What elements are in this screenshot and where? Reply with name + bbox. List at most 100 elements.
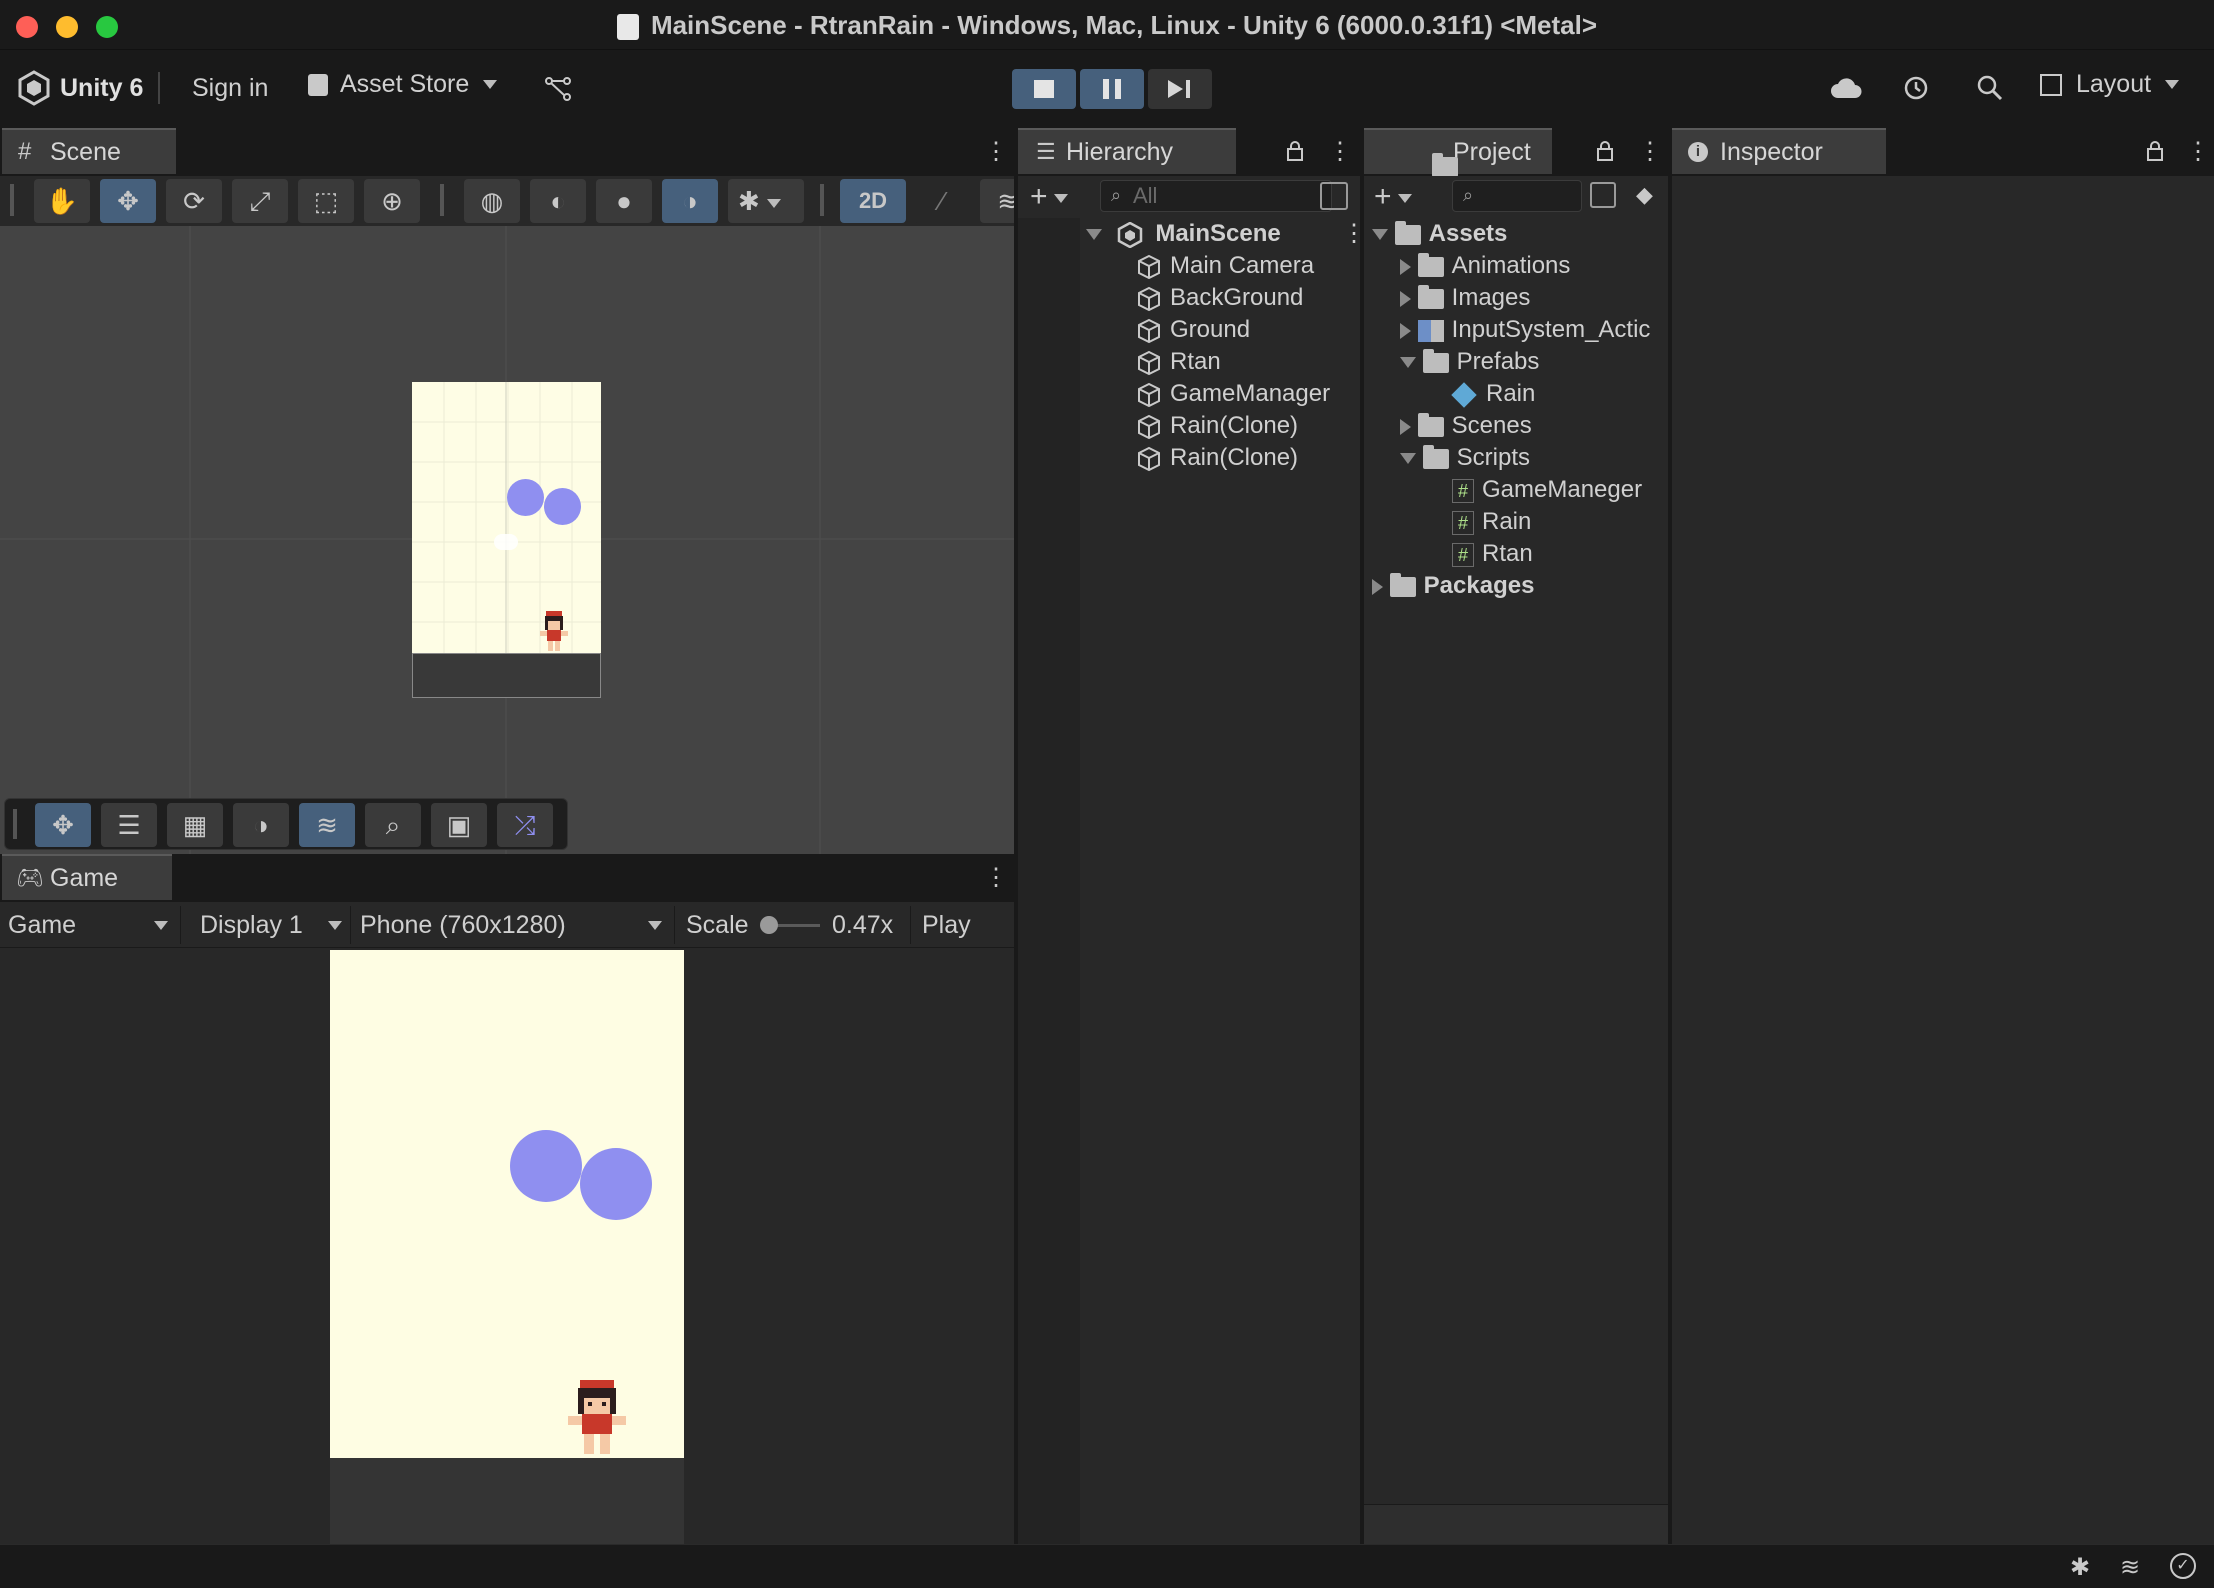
rect-tool-button[interactable]: ⬚ [298, 179, 354, 223]
hierarchy-item[interactable]: BackGround [1136, 282, 1303, 314]
tree-script-item[interactable]: # GameManeger [1452, 474, 1642, 506]
search-icon[interactable] [1976, 74, 2004, 102]
tab-hierarchy[interactable]: ☰ Hierarchy [1018, 128, 1236, 174]
step-button[interactable] [1148, 69, 1212, 109]
tree-animations[interactable]: Animations [1400, 250, 1570, 282]
resolution-select[interactable]: Phone (760x1280) [360, 904, 670, 946]
move-tool-button[interactable]: ✥ [100, 179, 156, 223]
project-search-input[interactable]: ⌕ [1452, 180, 1582, 212]
hierarchy-item[interactable]: Rain(Clone) [1136, 410, 1298, 442]
lighting-toggle-button[interactable]: ⁄ [914, 179, 970, 223]
tree-scripts[interactable]: Scripts [1400, 442, 1530, 474]
display-select[interactable]: Display 1 [200, 904, 346, 946]
cloud-icon[interactable] [1830, 76, 1862, 100]
csharp-script-icon: # [1452, 478, 1474, 503]
pivot-toggle-button[interactable]: ◐ [530, 179, 586, 223]
gameobject-cube-icon [1138, 254, 1160, 279]
game-view-select[interactable]: Game [8, 904, 178, 946]
version-control-icon[interactable] [544, 76, 572, 102]
search-by-type-icon[interactable] [1590, 182, 1616, 208]
folder-icon [1417, 252, 1444, 277]
lock-icon[interactable] [1286, 140, 1304, 162]
overlay-grid-button[interactable]: ▦ [167, 803, 223, 847]
unity-logo-icon [18, 70, 50, 106]
lock-icon[interactable] [1596, 140, 1614, 162]
tree-packages[interactable]: Packages [1372, 570, 1534, 602]
search-type-icon[interactable] [1320, 182, 1348, 210]
history-icon[interactable] [1902, 74, 1930, 102]
lock-icon[interactable] [2146, 140, 2164, 162]
scene-rain-drop[interactable] [507, 479, 544, 516]
tree-prefab-rain[interactable]: Rain [1451, 378, 1535, 410]
transform-tool-button[interactable]: ⊕ [364, 179, 420, 223]
overlay-camera-button[interactable]: ▣ [431, 803, 487, 847]
drag-handle[interactable] [13, 809, 17, 839]
more-options-icon[interactable]: ⋮ [1638, 140, 1662, 164]
hierarchy-item[interactable]: Ground [1136, 314, 1250, 346]
wireframe-button[interactable]: ◑ [662, 179, 718, 223]
tab-scene[interactable]: # Scene [2, 128, 176, 174]
more-options-icon[interactable]: ⋮ [984, 866, 1008, 890]
tab-project[interactable]: Project [1364, 128, 1552, 178]
inspector-tab-bar: i Inspector ⋮ [1672, 128, 2214, 176]
more-options-icon[interactable]: ⋮ [984, 140, 1008, 164]
tree-scenes[interactable]: Scenes [1400, 410, 1532, 442]
tree-assets[interactable]: Assets [1372, 218, 1507, 250]
scene-viewport[interactable]: ✥ ☰ ▦ ◑ ≋ ⌕ ▣ ⤮ [0, 226, 1014, 854]
hierarchy-scene-root[interactable]: MainScene ⋮ [1086, 218, 1366, 250]
play-focused-select[interactable]: Play Foc [922, 904, 1014, 947]
game-viewport[interactable] [0, 948, 1014, 1544]
tab-inspector[interactable]: i Inspector [1672, 128, 1886, 174]
hierarchy-item[interactable]: Rtan [1136, 346, 1221, 378]
drag-handle[interactable] [10, 184, 14, 216]
layers-status-icon[interactable]: ≋ [2120, 1553, 2140, 1582]
asset-store-button[interactable]: Asset Store [308, 70, 498, 110]
scale-tool-button[interactable]: ⤢ [232, 179, 288, 223]
search-by-label-icon[interactable]: ◆ [1636, 182, 1662, 208]
2d-mode-button[interactable]: 2D [840, 179, 906, 223]
pause-button[interactable] [1080, 69, 1144, 109]
expand-arrow-icon [1372, 229, 1388, 241]
hierarchy-item[interactable]: GameManager [1136, 378, 1330, 410]
debug-bug-icon[interactable]: ✱ [2070, 1553, 2090, 1582]
tab-game[interactable]: 🎮︎ Game [2, 854, 172, 900]
sliders-icon: ☰ [117, 810, 141, 840]
hand-tool-button[interactable]: ✋ [34, 179, 90, 223]
overlay-move-button[interactable]: ✥ [35, 803, 91, 847]
expand-arrow-icon [1086, 229, 1102, 241]
unity-account-label[interactable]: Unity 6 [60, 74, 143, 103]
scale-slider-thumb[interactable] [760, 916, 778, 934]
project-create-button[interactable]: + [1374, 182, 1412, 212]
hierarchy-item[interactable]: Main Camera [1136, 250, 1314, 282]
tree-script-item[interactable]: # Rtan [1452, 538, 1533, 570]
drag-handle[interactable] [820, 184, 824, 216]
tree-prefabs[interactable]: Prefabs [1400, 346, 1539, 378]
overlay-settings-button[interactable]: ☰ [101, 803, 157, 847]
tree-input-actions[interactable]: InputSystem_Actic [1400, 314, 1650, 346]
global-toggle-button[interactable]: ◍ [464, 179, 520, 223]
rotate-tool-button[interactable]: ⟳ [166, 179, 222, 223]
debug-draw-mode-button[interactable]: ✱ [728, 179, 804, 223]
overlay-layers-button[interactable]: ≋ [299, 803, 355, 847]
tree-images[interactable]: Images [1400, 282, 1530, 314]
sign-in-button[interactable]: Sign in [192, 74, 268, 103]
create-button[interactable]: + [1030, 182, 1068, 212]
overlay-search-button[interactable]: ⌕ [365, 803, 421, 847]
scene-visibility-button[interactable]: ≋ [980, 179, 1014, 223]
play-button[interactable] [1012, 69, 1076, 109]
more-options-icon[interactable]: ⋮ [1328, 140, 1352, 164]
tree-script-item[interactable]: # Rain [1452, 506, 1531, 538]
overlay-shuffle-button[interactable]: ⤮ [497, 803, 553, 847]
hierarchy-search-input[interactable]: ⌕ All [1100, 180, 1332, 212]
check-circle-icon[interactable]: ✓ [2170, 1553, 2196, 1579]
drag-handle[interactable] [440, 184, 444, 216]
scene-rain-drop[interactable] [544, 488, 581, 525]
layout-dropdown[interactable]: Layout [2040, 70, 2180, 110]
more-options-icon[interactable]: ⋮ [2186, 140, 2210, 164]
scene-rtan-sprite[interactable] [536, 609, 572, 653]
shaded-button[interactable]: ● [596, 179, 652, 223]
hierarchy-item[interactable]: Rain(Clone) [1136, 442, 1298, 474]
overlay-shading-button[interactable]: ◑ [233, 803, 289, 847]
scene-toolbar: ✋ ✥ ⟳ ⤢ ⬚ ⊕ ◍ ◐ ● ◑ ✱ 2D ⁄ ≋ [0, 176, 1014, 226]
scale-icon: ⤢ [249, 186, 271, 216]
